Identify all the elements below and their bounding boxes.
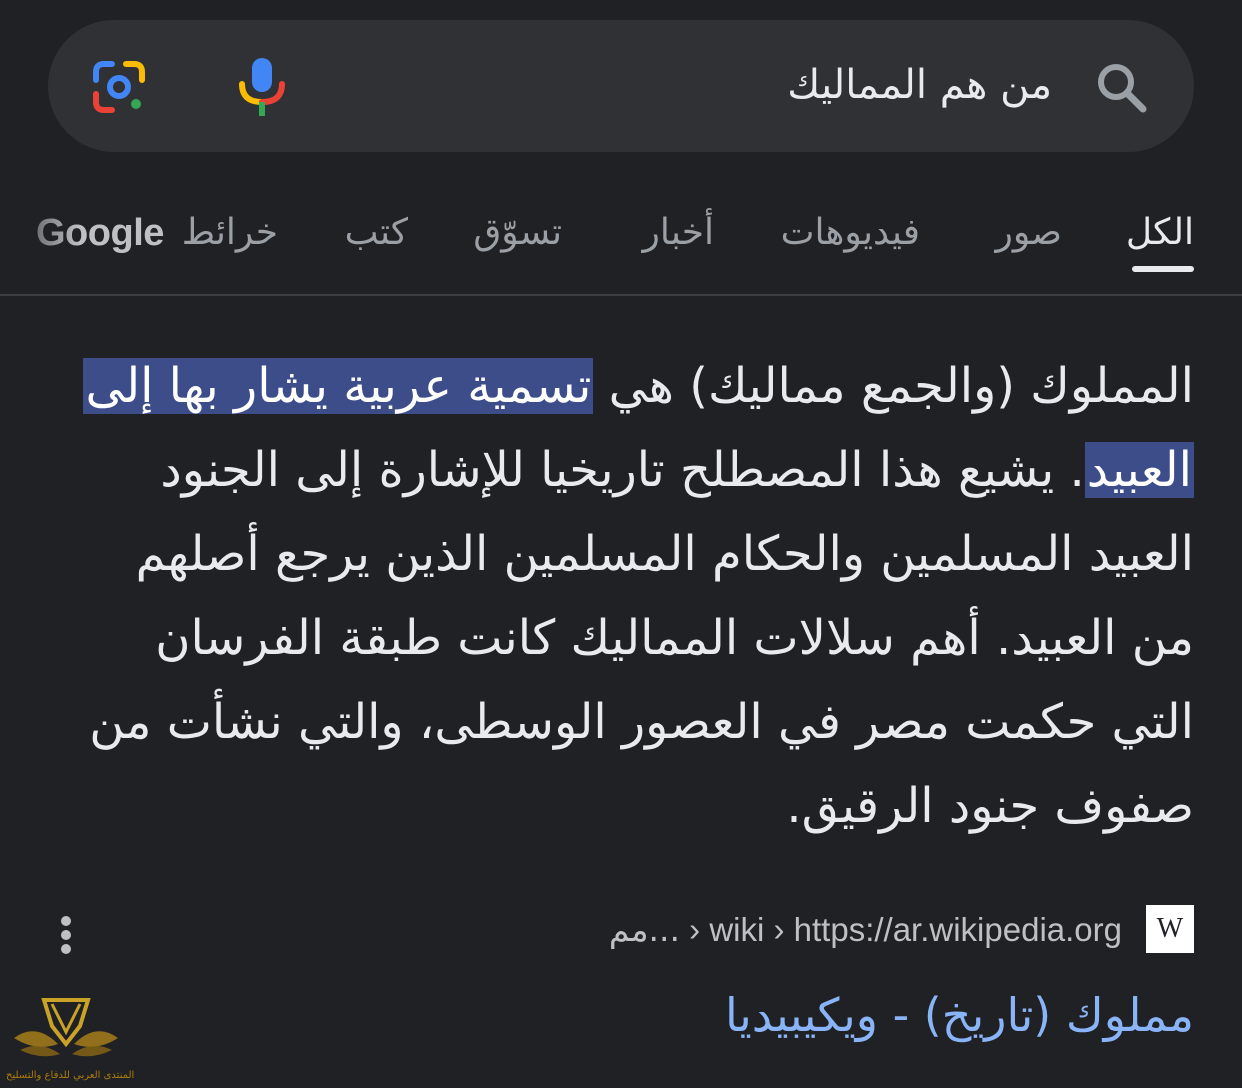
tab-maps-google-label[interactable]: Google [36,208,164,258]
url-domain: https://ar.wikipedia.org [793,911,1122,948]
tab-images[interactable]: صور [995,208,1062,258]
search-input[interactable]: من هم المماليك [787,50,1052,120]
url-crumb: مم... [608,910,680,949]
snippet-text: . يشيع هذا المصطلح تاريخيا للإشارة إلى ا… [89,442,1194,834]
snippet-text: المملوك (والجمع مماليك) هي [593,358,1194,414]
featured-snippet: المملوك (والجمع مماليك) هي تسمية عربية ي… [82,344,1194,848]
url-separator: › [764,911,794,948]
url-crumb: wiki [709,911,765,948]
result-source[interactable]: مم... › wiki › https://ar.wikipedia.org … [0,900,1242,970]
result-title-link[interactable]: مملوك (تاريخ) - ويكيبيديا [725,980,1194,1050]
google-lens-icon[interactable] [90,58,148,116]
search-icon[interactable] [1094,60,1148,114]
tab-shopping[interactable]: تسوّق [473,208,562,258]
more-vert-icon[interactable] [54,914,78,956]
forum-watermark-logo: المنتدى العربي للدفاع والتسليح [6,986,135,1086]
wikipedia-favicon-icon: W [1146,905,1194,953]
tab-maps[interactable]: خرائط [182,208,278,258]
tab-news[interactable]: أخبار [643,208,714,258]
tab-books[interactable]: كتب [345,208,408,258]
search-tabs: الكل صور فيديوهات أخبار تسوّق كتب خرائط … [0,190,1242,296]
page: من هم المماليك الكل صور فيديوهات أخبار ت… [0,0,1242,1088]
snippet-highlight: العبيد [1084,442,1194,498]
url-separator: › [680,911,710,948]
tab-all[interactable]: الكل [1126,208,1194,258]
result-url[interactable]: مم... › wiki › https://ar.wikipedia.org [609,910,1122,950]
tab-videos[interactable]: فيديوهات [781,208,920,258]
active-tab-indicator [1132,266,1194,272]
mic-icon[interactable] [238,56,286,118]
search-bar[interactable]: من هم المماليك [48,20,1194,152]
watermark-text: المنتدى العربي للدفاع والتسليح [6,1070,135,1081]
snippet-highlight: تسمية عربية يشار بها إلى [83,358,594,414]
